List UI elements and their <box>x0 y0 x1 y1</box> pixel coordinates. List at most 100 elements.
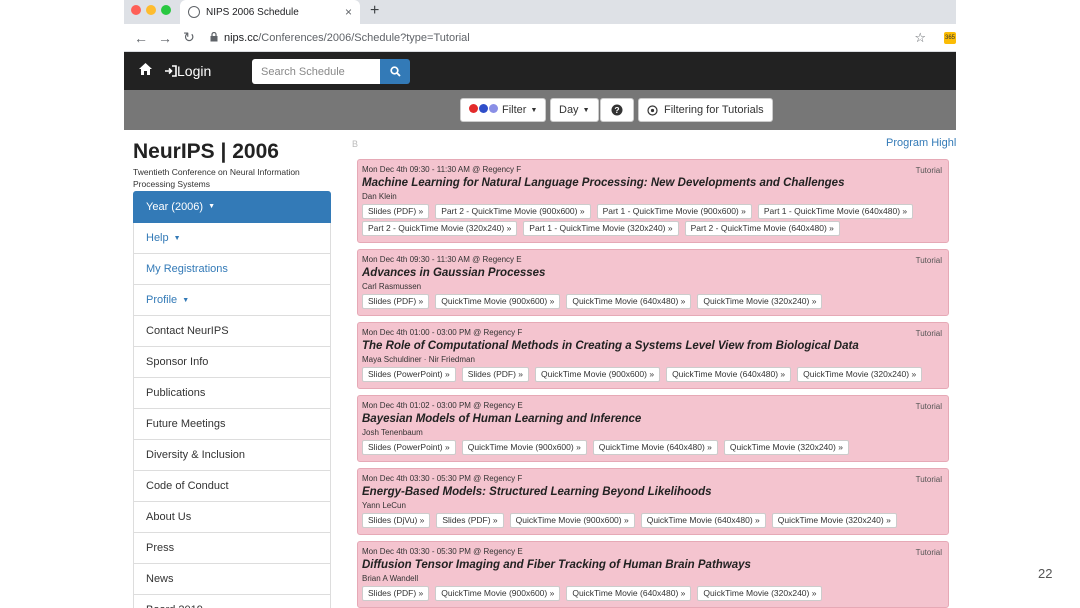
sidebar-item-news[interactable]: News <box>133 564 331 595</box>
media-link-button[interactable]: QuickTime Movie (900x600) » <box>509 513 635 528</box>
media-link-button[interactable]: Slides (DjVu) » <box>362 513 431 528</box>
event-type-badge: Tutorial <box>915 548 942 557</box>
star-icon[interactable]: ☆ <box>914 30 926 46</box>
sidebar-item-label: Year (2006) <box>146 200 204 213</box>
sidebar-item-press[interactable]: Press <box>133 533 331 564</box>
sidebar-item-label: Sponsor Info <box>146 356 209 368</box>
media-link-button[interactable]: QuickTime Movie (900x600) » <box>535 367 661 382</box>
site-navbar: Login <box>124 52 956 90</box>
extension-button[interactable]: 365 <box>944 32 956 44</box>
login-label: Login <box>177 63 212 79</box>
media-link-button[interactable]: Slides (PDF) » <box>436 513 504 528</box>
media-link-button[interactable]: Slides (PDF) » <box>362 294 430 309</box>
search-button[interactable] <box>380 59 410 84</box>
media-link-button[interactable]: Part 2 - QuickTime Movie (900x600) » <box>435 204 591 219</box>
back-icon[interactable]: ← <box>134 30 148 46</box>
media-link-button[interactable]: Slides (PowerPoint) » <box>362 367 456 382</box>
new-tab-button[interactable]: + <box>370 2 379 20</box>
sidebar-item-year-2006[interactable]: Year (2006) ▼ <box>133 191 331 223</box>
media-link-button[interactable]: QuickTime Movie (320x240) » <box>697 294 823 309</box>
event-title[interactable]: Diffusion Tensor Imaging and Fiber Track… <box>362 558 944 573</box>
event-card: Mon Dec 4th 09:30 - 11:30 AM @ Regency F… <box>357 159 949 243</box>
media-link-button[interactable]: QuickTime Movie (320x240) » <box>797 367 923 382</box>
sidebar-item-sponsor-info[interactable]: Sponsor Info <box>133 347 331 378</box>
event-type-badge: Tutorial <box>915 256 942 265</box>
media-link-button[interactable]: Slides (PDF) » <box>362 204 430 219</box>
login-link[interactable]: Login <box>164 63 211 79</box>
media-link-button[interactable]: QuickTime Movie (640x480) » <box>666 367 792 382</box>
media-link-button[interactable]: QuickTime Movie (320x240) » <box>723 440 849 455</box>
media-link-button[interactable]: QuickTime Movie (640x480) » <box>640 513 766 528</box>
reload-icon[interactable]: ↻ <box>182 29 196 46</box>
event-authors: Yann LeCun <box>362 501 406 510</box>
media-link-button[interactable]: Part 2 - QuickTime Movie (640x480) » <box>684 221 840 236</box>
filter-dropdown[interactable]: Filter ▼ <box>460 98 547 122</box>
sidebar-item-label: Future Meetings <box>146 418 226 430</box>
media-link-button[interactable]: Part 2 - QuickTime Movie (320x240) » <box>362 221 518 236</box>
event-authors: Dan Klein <box>362 192 397 201</box>
login-icon <box>165 65 177 77</box>
event-card: Mon Dec 4th 01:00 - 03:00 PM @ Regency F… <box>357 322 949 389</box>
sidebar-item-publications[interactable]: Publications <box>133 378 331 409</box>
sidebar-item-my-registrations[interactable]: My Registrations <box>133 254 331 285</box>
media-link-button[interactable]: QuickTime Movie (640x480) » <box>566 294 692 309</box>
media-link-button[interactable]: Slides (PowerPoint) » <box>362 440 456 455</box>
sidebar-item-contact-neurips[interactable]: Contact NeurIPS <box>133 316 331 347</box>
day-dropdown[interactable]: Day ▼ <box>550 98 599 122</box>
sidebar-item-future-meetings[interactable]: Future Meetings <box>133 409 331 440</box>
media-link-button[interactable]: Slides (PDF) » <box>461 367 529 382</box>
sidebar-item-profile[interactable]: Profile ▼ <box>133 285 331 316</box>
home-icon[interactable] <box>138 62 153 80</box>
event-time-location: Mon Dec 4th 01:02 - 03:00 PM @ Regency E <box>362 401 523 410</box>
browser-tab[interactable]: NIPS 2006 Schedule × <box>180 0 360 24</box>
media-link-button[interactable]: QuickTime Movie (900x600) » <box>461 440 587 455</box>
sidebar-item-diversity-inclusion[interactable]: Diversity & Inclusion <box>133 440 331 471</box>
globe-icon <box>188 6 200 18</box>
media-link-button[interactable]: Part 1 - QuickTime Movie (900x600) » <box>596 204 752 219</box>
close-window-button[interactable] <box>131 5 141 15</box>
event-title[interactable]: Energy-Based Models: Structured Learning… <box>362 485 944 500</box>
event-title[interactable]: Bayesian Models of Human Learning and In… <box>362 412 944 427</box>
forward-icon[interactable]: → <box>158 30 172 46</box>
clock-icon <box>647 104 658 116</box>
chevron-down-icon: ▼ <box>208 203 216 210</box>
sidebar-item-board-2019[interactable]: Board 2019 <box>133 595 331 608</box>
search-input[interactable] <box>252 59 380 84</box>
media-link-button[interactable]: Part 1 - QuickTime Movie (640x480) » <box>757 204 914 219</box>
event-time-location: Mon Dec 4th 09:30 - 11:30 AM @ Regency F <box>362 165 522 174</box>
minimize-window-button[interactable] <box>146 5 156 15</box>
media-link-button[interactable]: QuickTime Movie (320x240) » <box>771 513 897 528</box>
event-card: Mon Dec 4th 03:30 - 05:30 PM @ Regency E… <box>357 541 949 608</box>
filter-status-button[interactable]: Filtering for Tutorials <box>638 98 773 122</box>
media-link-button[interactable]: QuickTime Movie (900x600) » <box>435 294 561 309</box>
event-authors: Maya Schuldiner · Nir Friedman <box>362 355 475 364</box>
tab-close-icon[interactable]: × <box>345 5 352 19</box>
chevron-down-icon: ▼ <box>530 106 538 114</box>
sidebar-item-code-of-conduct[interactable]: Code of Conduct <box>133 471 331 502</box>
media-link-button[interactable]: Part 1 - QuickTime Movie (320x240) » <box>523 221 679 236</box>
event-authors: Josh Tenenbaum <box>362 428 423 437</box>
media-link-button[interactable]: QuickTime Movie (640x480) » <box>566 586 692 601</box>
sidebar-item-label: Publications <box>146 387 206 399</box>
event-time-location: Mon Dec 4th 09:30 - 11:30 AM @ Regency E <box>362 255 522 264</box>
media-link-button[interactable]: Slides (PDF) » <box>362 586 430 601</box>
media-link-button[interactable]: QuickTime Movie (320x240) » <box>697 586 823 601</box>
sidebar-menu: Year (2006) ▼ Help ▼ My Registrations Profile… <box>133 191 331 608</box>
event-title[interactable]: Machine Learning for Natural Language Pr… <box>362 176 944 191</box>
event-title[interactable]: Advances in Gaussian Processes <box>362 266 944 281</box>
maximize-window-button[interactable] <box>161 5 171 15</box>
filter-label: Filter <box>502 104 527 116</box>
media-link-button[interactable]: QuickTime Movie (640x480) » <box>592 440 718 455</box>
sidebar-item-about-us[interactable]: About Us <box>133 502 331 533</box>
sidebar-item-help[interactable]: Help ▼ <box>133 223 331 254</box>
event-card: Mon Dec 4th 01:02 - 03:00 PM @ Regency E… <box>357 395 949 462</box>
program-highlights-link[interactable]: Program Highli <box>886 137 956 149</box>
media-link-button[interactable]: QuickTime Movie (900x600) » <box>435 586 561 601</box>
event-type-badge: Tutorial <box>915 166 942 175</box>
url-field[interactable]: nips.cc /Conferences/2006/Schedule?type=… <box>210 28 950 48</box>
help-button[interactable]: ? <box>600 98 634 122</box>
site-brand[interactable]: NeurIPS | 2006 <box>133 140 279 164</box>
event-title[interactable]: The Role of Computational Methods in Cre… <box>362 339 944 354</box>
event-type-badge: Tutorial <box>915 475 942 484</box>
sidebar-item-label: Diversity & Inclusion <box>146 449 246 461</box>
